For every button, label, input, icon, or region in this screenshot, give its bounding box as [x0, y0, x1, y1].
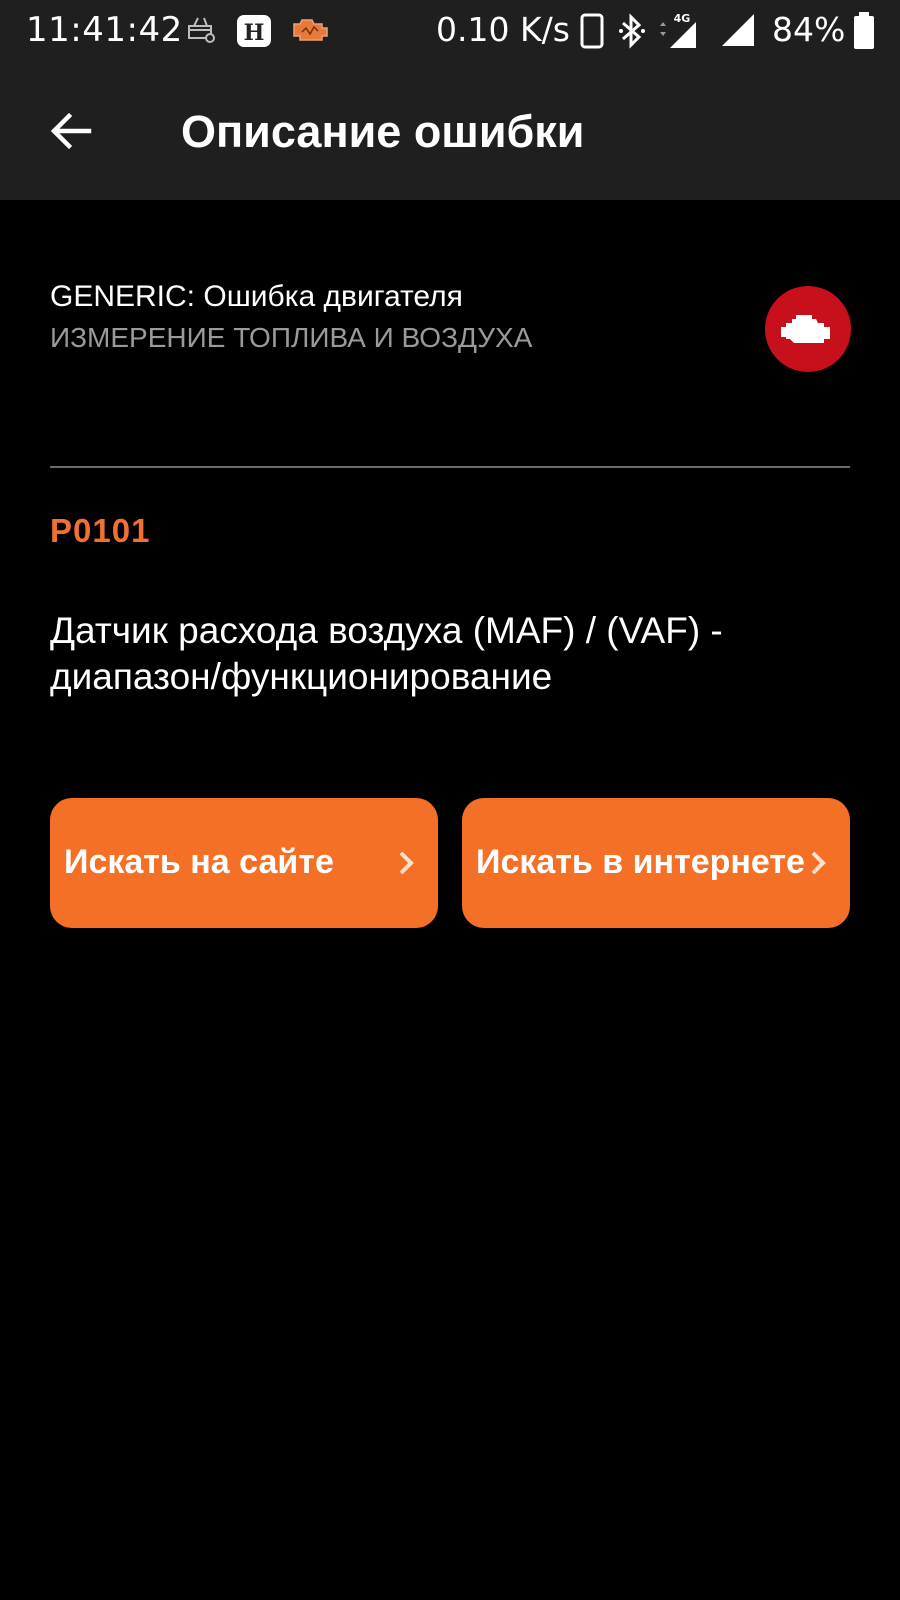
- search-site-button[interactable]: Искать на сайте: [50, 798, 438, 928]
- arrow-left-icon: [50, 112, 92, 150]
- basket-icon: [186, 14, 220, 48]
- network-type: 4G: [674, 12, 691, 25]
- check-engine-app-icon: [290, 14, 328, 48]
- phone-icon: [580, 13, 604, 53]
- status-bar: 11:41:42 H 0.10 K/s 4G 84%: [0, 0, 900, 62]
- signal-4g-icon: 4G: [658, 12, 698, 54]
- page-title: Описание ошибки: [181, 106, 585, 157]
- search-web-label: Искать в интернете: [476, 843, 805, 881]
- back-button[interactable]: [40, 100, 102, 162]
- chevron-right-icon: [811, 851, 826, 875]
- net-speed: 0.10 K/s: [436, 10, 570, 49]
- check-engine-icon: [765, 286, 851, 372]
- bluetooth-icon: [618, 13, 646, 53]
- app-bar: Описание ошибки: [0, 62, 900, 200]
- error-description: Датчик расхода воздуха (MAF) / (VAF) - д…: [50, 610, 723, 697]
- status-time: 11:41:42: [26, 10, 183, 50]
- search-site-label: Искать на сайте: [64, 843, 334, 881]
- error-code: P0101: [50, 512, 151, 549]
- error-category: ИЗМЕРЕНИЕ ТОПЛИВА И ВОЗДУХА: [50, 322, 533, 353]
- chevron-right-icon: [399, 851, 414, 875]
- battery-percent: 84%: [772, 10, 846, 49]
- error-source: GENERIC: Ошибка двигателя: [50, 280, 463, 313]
- h-app-icon: H: [236, 14, 271, 48]
- divider: [50, 466, 850, 468]
- svg-text:H: H: [244, 20, 265, 46]
- signal-icon: [720, 12, 756, 52]
- battery-icon: [853, 12, 875, 54]
- search-web-button[interactable]: Искать в интернете: [462, 798, 850, 928]
